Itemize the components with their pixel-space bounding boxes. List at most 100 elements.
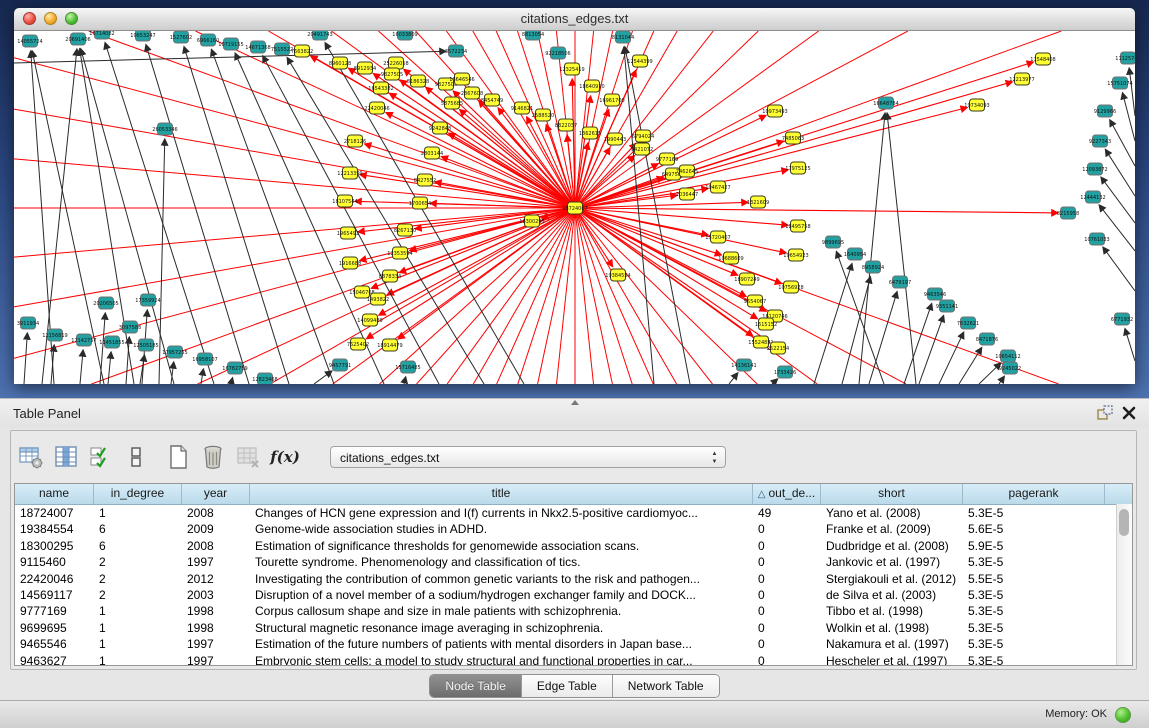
column-header-in-degree[interactable]: in_degree [94, 484, 182, 504]
table-cell[interactable]: Tibbo et al. (1998) [821, 603, 963, 619]
graph-node[interactable]: 2588520 [532, 109, 554, 121]
table-cell[interactable]: 5.3E-5 [963, 587, 1105, 603]
graph-node[interactable]: 18640910 [579, 80, 604, 92]
graph-node[interactable]: 9146821 [511, 102, 533, 114]
graph-node[interactable]: 8267130 [394, 224, 416, 236]
graph-node[interactable]: 1640954 [844, 248, 866, 260]
graph-node[interactable]: 9899695 [822, 236, 844, 248]
graph-node[interactable]: 3572234 [445, 45, 467, 57]
memory-status-indicator[interactable] [1115, 707, 1131, 723]
table-cell[interactable]: 9463627 [15, 653, 94, 666]
table-row[interactable]: 911546021997Tourette syndrome. Phenomeno… [15, 554, 1132, 570]
table-cell[interactable]: de Silva et al. (2003) [821, 587, 963, 603]
graph-node[interactable]: 1700654 [409, 197, 431, 209]
table-scrollbar[interactable] [1116, 504, 1132, 665]
table-cell[interactable]: 1 [94, 653, 182, 666]
table-cell[interactable]: Estimation of significance thresholds fo… [250, 538, 753, 554]
graph-node[interactable]: 1493822 [367, 293, 389, 305]
graph-node[interactable]: 12156819 [42, 329, 67, 341]
graph-node[interactable]: 3911934 [17, 317, 39, 329]
graph-node[interactable]: 26053346 [152, 123, 177, 135]
table-cell[interactable]: 2 [94, 554, 182, 570]
graph-node[interactable]: 7485063 [782, 132, 804, 144]
graph-node[interactable]: 8912934 [354, 62, 376, 74]
graph-node[interactable]: 12444132 [1080, 191, 1105, 203]
graph-node[interactable]: 12142757 [71, 334, 96, 346]
graph-node[interactable]: 1527602 [170, 31, 192, 43]
graph-node[interactable]: 12823468 [252, 373, 277, 384]
table-cell[interactable]: 18300295 [15, 538, 94, 554]
graph-node[interactable]: 25226058 [383, 57, 408, 69]
graph-node[interactable]: 15716485 [395, 361, 420, 373]
graph-node[interactable]: 10653247 [130, 31, 155, 41]
table-cell[interactable]: 1 [94, 505, 182, 521]
graph-node[interactable]: 17359924 [135, 294, 160, 306]
table-row[interactable]: 1830029562008Estimation of significance … [15, 538, 1132, 554]
column-header-out-de-[interactable]: △out_de... [753, 484, 821, 504]
table-cell[interactable]: 0 [753, 521, 821, 537]
graph-node[interactable]: 7462645 [676, 165, 698, 177]
table-selector[interactable]: citations_edges.txt ▲▼ [330, 446, 726, 468]
graph-node[interactable]: 2718126 [344, 135, 366, 147]
graph-node[interactable]: 12093872 [1082, 163, 1107, 175]
table-cell[interactable]: 6 [94, 521, 182, 537]
graph-node[interactable]: 14136141 [731, 359, 756, 371]
show-columns-button[interactable] [51, 442, 81, 472]
graph-node[interactable]: 16648784 [873, 97, 898, 109]
table-cell[interactable]: 5.3E-5 [963, 603, 1105, 619]
graph-node[interactable]: 9227343 [1089, 135, 1111, 147]
graph-node[interactable]: 9457791 [329, 359, 351, 371]
table-cell[interactable]: 0 [753, 620, 821, 636]
delete-table-button[interactable] [198, 442, 228, 472]
graph-node[interactable]: 16543382 [368, 82, 393, 94]
graph-node[interactable]: 12325419 [559, 63, 584, 75]
network-canvas[interactable]: 7663822896012889129342522605898275051654… [14, 31, 1135, 384]
graph-node[interactable]: 6479197 [889, 276, 911, 288]
table-cell[interactable]: Franke et al. (2009) [821, 521, 963, 537]
table-cell[interactable]: Nakamura et al. (1997) [821, 636, 963, 652]
table-cell[interactable]: 19384554 [15, 521, 94, 537]
graph-node[interactable]: 7663822 [291, 45, 313, 57]
table-row[interactable]: 2242004622012Investigating the contribut… [15, 571, 1132, 587]
close-panel-button[interactable] [1119, 404, 1139, 424]
table-cell[interactable]: 0 [753, 636, 821, 652]
table-cell[interactable]: 0 [753, 653, 821, 666]
graph-node[interactable]: 9421072 [631, 143, 653, 155]
table-cell[interactable]: 0 [753, 554, 821, 570]
graph-node[interactable]: 6966160 [197, 34, 219, 46]
select-rows-button[interactable] [86, 442, 116, 472]
graph-node[interactable]: 2867608 [461, 87, 483, 99]
graph-node[interactable]: 15720407 [705, 231, 730, 243]
table-cell[interactable]: 14569117 [15, 587, 94, 603]
table-cell[interactable]: 9115460 [15, 554, 94, 570]
table-cell[interactable]: 9777169 [15, 603, 94, 619]
table-cell[interactable]: Genome-wide association studies in ADHD. [250, 521, 753, 537]
column-header-title[interactable]: title [250, 484, 753, 504]
graph-node[interactable]: 20206505 [93, 297, 118, 309]
graph-node[interactable]: 14099489 [357, 314, 382, 326]
table-cell[interactable]: 5.3E-5 [963, 636, 1105, 652]
scrollbar-thumb[interactable] [1119, 509, 1129, 536]
table-row[interactable]: 946362711997Embryonic stem cells: a mode… [15, 653, 1132, 666]
table-row[interactable]: 946554611997Estimation of the future num… [15, 636, 1132, 652]
table-cell[interactable]: 1998 [182, 620, 250, 636]
table-cell[interactable]: 0 [753, 571, 821, 587]
table-cell[interactable]: Jankovic et al. (1997) [821, 554, 963, 570]
graph-node[interactable]: 9245022 [999, 362, 1021, 374]
column-header-year[interactable]: year [182, 484, 250, 504]
table-cell[interactable]: Investigating the contribution of common… [250, 571, 753, 587]
graph-node[interactable]: 20691406 [65, 33, 90, 45]
graph-node[interactable]: 9777169 [656, 153, 678, 165]
table-cell[interactable]: Yano et al. (2008) [821, 505, 963, 521]
column-header-name[interactable]: name [15, 484, 94, 504]
graph-node[interactable]: 8131044 [612, 31, 634, 43]
table-row[interactable]: 969969511998Structural magnetic resonanc… [15, 620, 1132, 636]
table-cell[interactable]: 5.3E-5 [963, 620, 1105, 636]
graph-node[interactable]: 1990443 [604, 133, 626, 145]
graph-node[interactable]: 8813054 [522, 31, 544, 40]
minimize-window-button[interactable] [44, 12, 57, 25]
table-cell[interactable]: 1997 [182, 653, 250, 666]
table-cell[interactable]: 1 [94, 620, 182, 636]
zoom-window-button[interactable] [65, 12, 78, 25]
column-header-short[interactable]: short [821, 484, 963, 504]
